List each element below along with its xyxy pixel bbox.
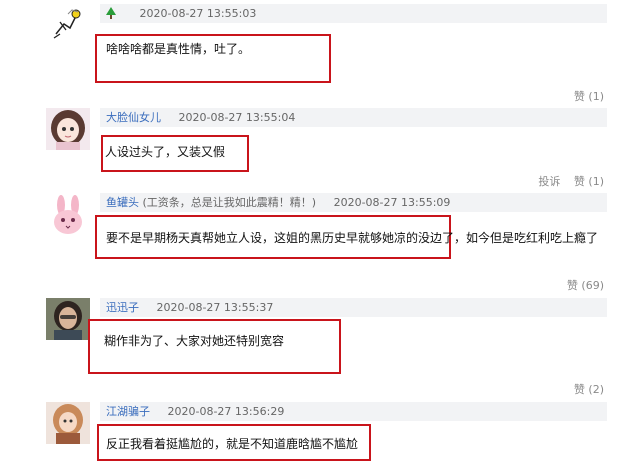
anime-girl-avatar-icon[interactable] [46,108,90,150]
comment-actions: 投诉 赞 (1) [528,173,604,189]
like-button[interactable]: 赞 (1) [574,175,604,188]
comment-text: 要不是早期杨天真帮她立人设，这姐的黑历史早就够她凉的没边了，如今但是吃红利吃上瘾… [106,231,599,245]
comment-text: 反正我看着挺尴尬的，就是不知道鹿晗尴不尴尬 [106,437,359,451]
comment-text: 啥啥啥都是真性情，吐了。 [106,42,251,56]
like-button[interactable]: 赞 (69) [567,279,604,292]
comment-text: 糊作非为了、大家对她还特别宽容 [104,334,285,348]
comment-item-1: 2020-08-27 13:55:03 啥啥啥都是真性情，吐了。 赞 (1) [0,0,640,105]
green-tree-icon [106,6,116,25]
comment-header: 大脸仙女儿 2020-08-27 13:55:04 [100,108,607,127]
like-button[interactable]: 赞 (1) [574,90,604,103]
comment-item-5: 江湖骗子 2020-08-27 13:56:29 反正我看着挺尴尬的，就是不知道… [0,400,640,470]
comment-item-3: 鱼罐头 (工资条，总是让我如此震精！精！) 2020-08-27 13:55:0… [0,193,640,293]
comment-timestamp: 2020-08-27 13:55:37 [156,301,274,314]
report-button[interactable]: 投诉 [538,175,560,188]
pink-bunny-avatar-icon[interactable] [46,195,90,237]
comment-header: 鱼罐头 (工资条，总是让我如此震精！精！) 2020-08-27 13:55:0… [100,193,607,212]
comment-text: 人设过头了，又装又假 [105,145,226,159]
comment-item-4: 迅迅子 2020-08-27 13:55:37 糊作非为了、大家对她还特别宽容 … [0,293,640,400]
comment-header: 2020-08-27 13:55:03 [100,4,607,23]
comment-timestamp: 2020-08-27 13:55:04 [178,111,296,124]
username-link[interactable]: 江湖骗子 [106,405,150,418]
username-link[interactable]: 鱼罐头 [106,196,139,209]
woman-photo-avatar-icon[interactable] [46,298,90,340]
doll-photo-avatar-icon[interactable] [46,402,90,444]
comment-header: 江湖骗子 2020-08-27 13:56:29 [100,402,607,421]
comment-header: 迅迅子 2020-08-27 13:55:37 [100,298,607,317]
comment-actions: 赞 (69) [557,277,604,293]
comment-timestamp: 2020-08-27 13:56:29 [167,405,285,418]
comment-actions: 赞 (1) [564,88,604,104]
comment-item-2: 大脸仙女儿 2020-08-27 13:55:04 人设过头了，又装又假 投诉 … [0,105,640,193]
comment-actions: 赞 (2) [564,381,604,397]
username-link[interactable]: 迅迅子 [106,301,139,314]
doodle-figure-avatar-icon[interactable] [46,4,90,46]
user-signature: (工资条，总是让我如此震精！精！) [142,196,317,209]
comment-timestamp: 2020-08-27 13:55:09 [333,196,451,209]
comment-timestamp: 2020-08-27 13:55:03 [139,7,257,20]
like-button[interactable]: 赞 (2) [574,383,604,396]
username-link[interactable]: 大脸仙女儿 [106,111,161,124]
